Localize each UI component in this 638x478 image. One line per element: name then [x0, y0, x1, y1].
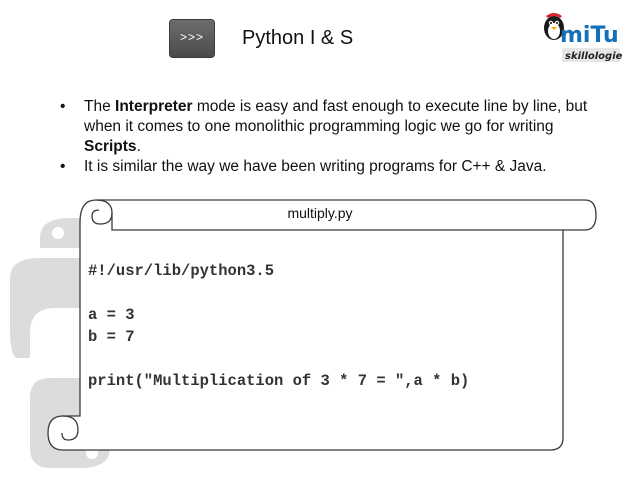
script-filename: multiply.py: [287, 205, 353, 221]
code-line-assign-a: a = 3: [88, 306, 135, 324]
code-line-print: print("Multiplication of 3 * 7 = ",a * b…: [88, 372, 470, 390]
code-line-assign-b: b = 7: [88, 328, 135, 346]
script-scroll: [47, 199, 597, 451]
code-line-shebang: #!/usr/lib/python3.5: [88, 262, 275, 280]
code-block: #!/usr/lib/python3.5 a = 3 b = 7 print("Mul…: [88, 260, 469, 392]
